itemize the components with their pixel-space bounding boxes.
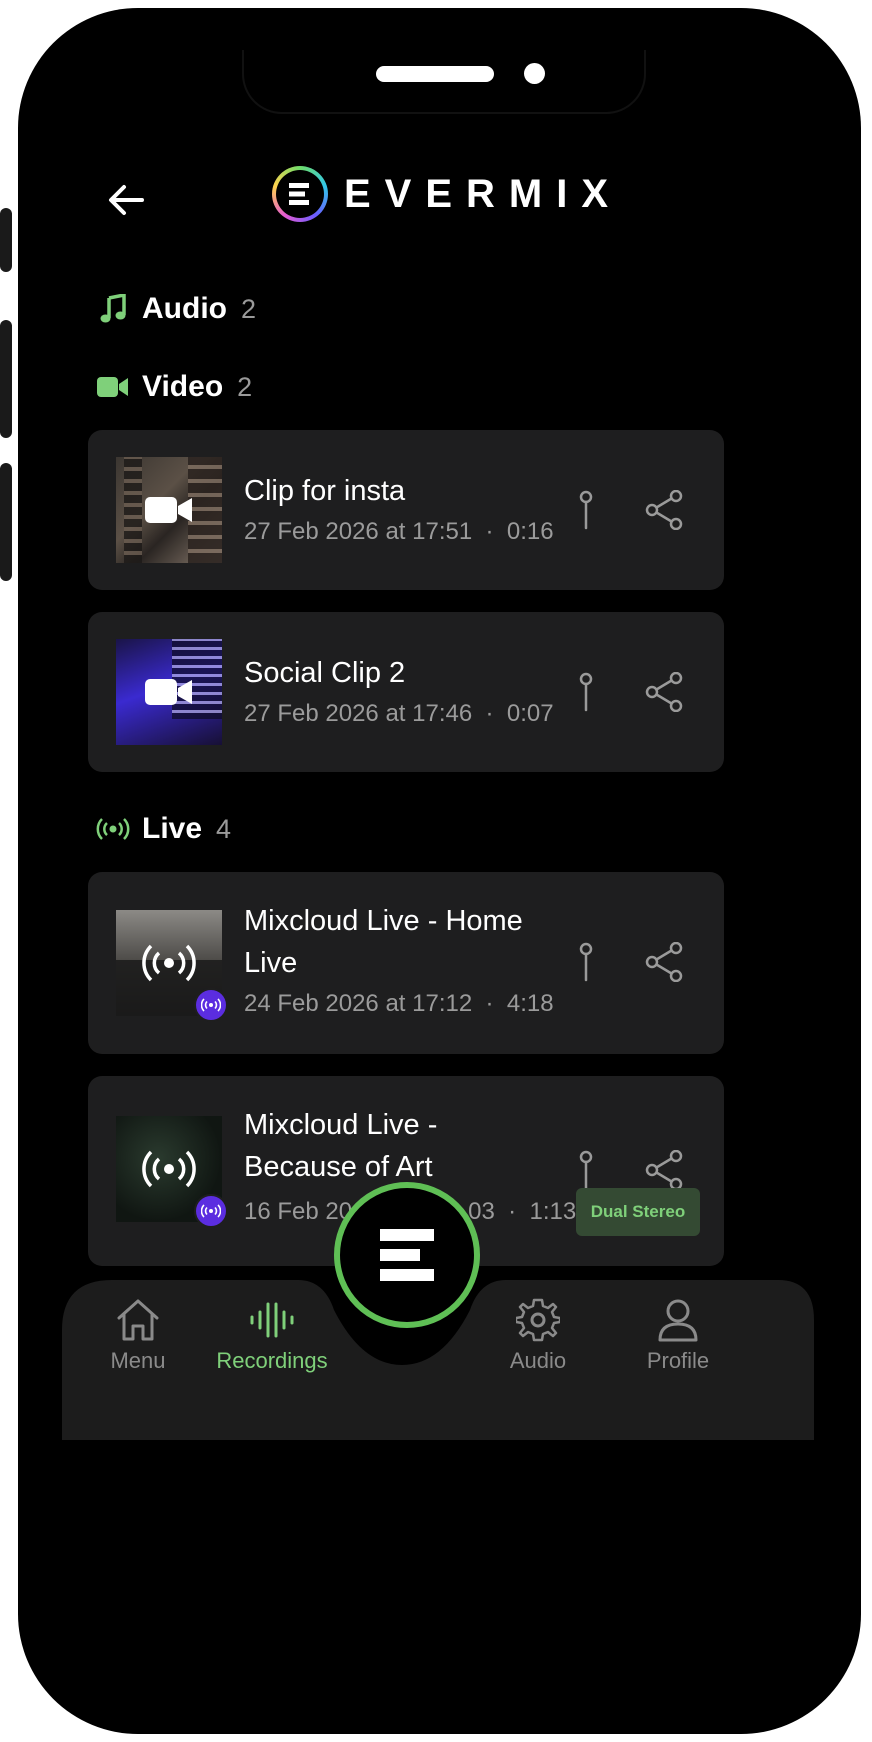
pin-icon[interactable] bbox=[576, 490, 596, 530]
separator: · bbox=[485, 700, 494, 727]
recording-date: 27 Feb 2026 at 17:46 bbox=[244, 700, 473, 727]
section-title: Live bbox=[142, 812, 203, 845]
evermix-logo-mark-icon bbox=[380, 1229, 434, 1281]
recording-title: Social Clip 2 bbox=[244, 657, 406, 689]
recording-duration: 4:18 bbox=[506, 990, 554, 1017]
share-icon[interactable] bbox=[644, 672, 684, 712]
separator: · bbox=[485, 518, 494, 545]
volume-down-button bbox=[0, 463, 12, 581]
video-camera-icon bbox=[116, 457, 222, 563]
camera bbox=[524, 63, 545, 84]
arrow-left-icon[interactable] bbox=[104, 178, 148, 222]
live-badge-icon bbox=[194, 988, 228, 1022]
recording-duration: 0:16 bbox=[506, 518, 554, 545]
section-audio[interactable]: Audio 2 bbox=[96, 292, 256, 326]
recording-thumbnail bbox=[116, 639, 222, 745]
section-live[interactable]: Live 4 bbox=[96, 812, 231, 846]
pin-icon[interactable] bbox=[576, 672, 596, 712]
section-video[interactable]: Video 2 bbox=[96, 370, 252, 404]
broadcast-icon bbox=[96, 812, 130, 846]
nav-label: Profile bbox=[646, 1348, 710, 1373]
waveform-icon bbox=[248, 1296, 296, 1344]
recording-meta: 24 Feb 2026 at 17:12 · 4:18 bbox=[244, 990, 554, 1018]
section-count: 4 bbox=[216, 813, 232, 844]
section-count: 2 bbox=[240, 293, 257, 324]
nav-label: Menu bbox=[110, 1348, 166, 1373]
section-title: Video bbox=[142, 370, 224, 403]
share-icon[interactable] bbox=[644, 1150, 684, 1190]
recording-date: 27 Feb 2026 at 17:51 bbox=[244, 518, 473, 545]
dual-stereo-badge: Dual Stereo bbox=[576, 1188, 700, 1236]
user-icon bbox=[654, 1296, 702, 1344]
nav-menu[interactable]: Menu bbox=[92, 1296, 184, 1374]
separator: · bbox=[508, 1198, 517, 1225]
recording-meta: 27 Feb 2026 at 17:51 · 0:16 bbox=[244, 518, 554, 546]
separator: · bbox=[485, 990, 494, 1017]
live-badge-icon bbox=[194, 1194, 228, 1228]
evermix-main-button[interactable] bbox=[334, 1182, 480, 1328]
pin-icon[interactable] bbox=[576, 1150, 596, 1190]
nav-label: Audio bbox=[509, 1348, 567, 1373]
recording-date-tail: 03 bbox=[468, 1198, 495, 1225]
recording-meta: 27 Feb 2026 at 17:46 · 0:07 bbox=[244, 700, 554, 728]
recording-card[interactable]: Clip for insta 27 Feb 2026 at 17:51 · 0:… bbox=[88, 430, 724, 590]
video-camera-icon bbox=[96, 370, 130, 404]
nav-label: Recordings bbox=[216, 1348, 328, 1373]
recording-title: Mixcloud Live - Because of Art bbox=[244, 1109, 438, 1183]
video-camera-icon bbox=[116, 639, 222, 745]
recording-card[interactable]: Social Clip 2 27 Feb 2026 at 17:46 · 0:0… bbox=[88, 612, 724, 772]
app-screen: EVERMIX Audio 2 Video 2 Clip for insta 2… bbox=[62, 50, 814, 1690]
section-count: 2 bbox=[237, 371, 253, 402]
speaker bbox=[376, 66, 494, 82]
volume-up-button bbox=[0, 320, 12, 438]
nav-audio[interactable]: Audio bbox=[488, 1296, 588, 1374]
share-icon[interactable] bbox=[644, 490, 684, 530]
gear-icon bbox=[514, 1296, 562, 1344]
recording-date: 24 Feb 2026 at 17:12 bbox=[244, 990, 473, 1017]
home-icon bbox=[114, 1296, 162, 1344]
recording-thumbnail bbox=[116, 457, 222, 563]
recording-duration: 0:07 bbox=[506, 700, 554, 727]
recording-duration: 1:13 bbox=[529, 1198, 577, 1225]
evermix-logo-mark-icon bbox=[272, 166, 328, 222]
section-title: Audio bbox=[142, 292, 227, 325]
recording-card[interactable]: Mixcloud Live - Home Live 24 Feb 2026 at… bbox=[88, 872, 724, 1054]
home-indicator-area bbox=[62, 1440, 814, 1690]
music-note-icon bbox=[96, 292, 130, 326]
notch bbox=[242, 50, 646, 114]
nav-recordings[interactable]: Recordings bbox=[202, 1296, 342, 1374]
recording-title: Clip for insta bbox=[244, 475, 406, 507]
logo-text: EVERMIX bbox=[344, 171, 623, 216]
recording-title: Mixcloud Live - Home Live bbox=[244, 905, 523, 979]
nav-profile[interactable]: Profile bbox=[628, 1296, 728, 1374]
evermix-logo: EVERMIX bbox=[272, 166, 622, 222]
recording-date: 16 Feb 20 bbox=[244, 1198, 353, 1225]
pin-icon[interactable] bbox=[576, 942, 596, 982]
share-icon[interactable] bbox=[644, 942, 684, 982]
mute-switch bbox=[0, 208, 12, 272]
